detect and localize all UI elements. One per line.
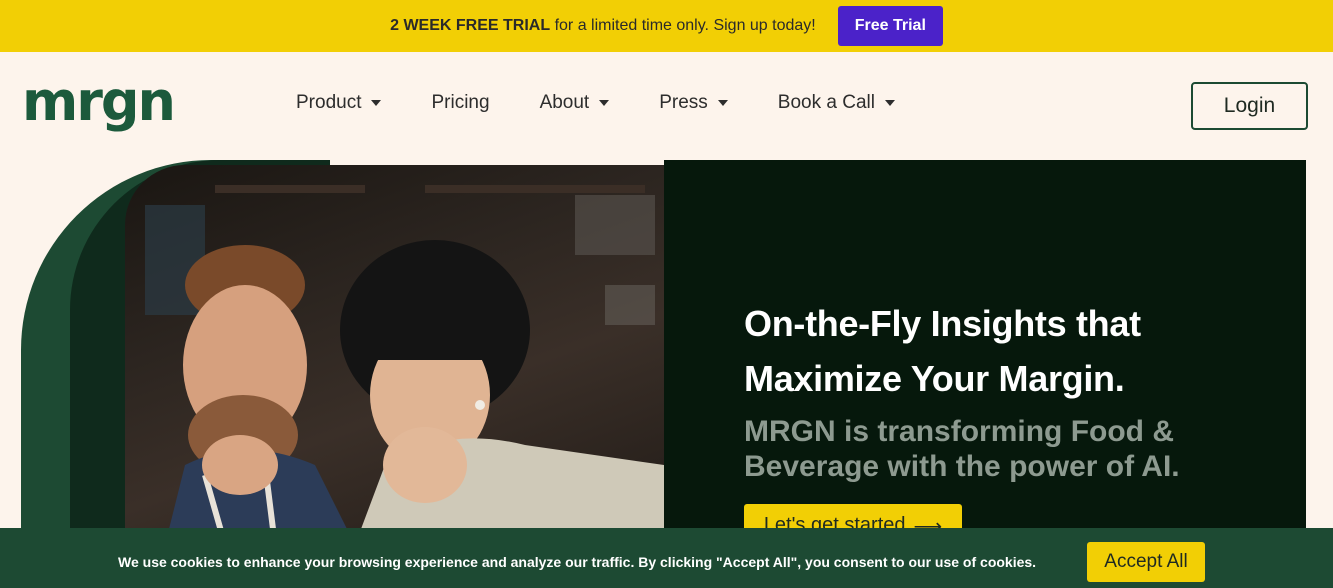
cookie-text: We use cookies to enhance your browsing … — [118, 554, 1037, 570]
free-trial-button[interactable]: Free Trial — [837, 6, 943, 46]
chevron-down-icon — [371, 100, 382, 106]
chevron-down-icon — [599, 100, 610, 106]
hero-subtitle: MRGN is transforming Food & Beverage wit… — [744, 415, 1180, 483]
promo-text: 2 WEEK FREE TRIAL for a limited time onl… — [390, 17, 816, 35]
promo-banner: 2 WEEK FREE TRIAL for a limited time onl… — [0, 0, 1333, 52]
accept-all-button[interactable]: Accept All — [1087, 542, 1205, 582]
hero-title: On-the-Fly Insights that Maximize Your M… — [744, 296, 1264, 406]
hero-title-line-1: On-the-Fly Insights that — [744, 303, 1141, 344]
chevron-down-icon — [884, 100, 895, 106]
nav-item-label: About — [539, 92, 590, 113]
promo-bold-text: 2 WEEK FREE TRIAL — [390, 17, 551, 34]
chevron-down-icon — [717, 100, 728, 106]
hero-title-line-2: Maximize Your Margin. — [744, 358, 1125, 399]
photo-two-people-icon — [145, 185, 664, 545]
nav-item-label: Pricing — [431, 92, 490, 113]
main-nav: mrgn Product Pricing About Press Book a … — [0, 52, 1333, 160]
nav-item-book-a-call[interactable]: Book a Call — [778, 92, 895, 114]
mrgn-logo[interactable]: mrgn — [22, 72, 176, 132]
nav-menu: Product Pricing About Press Book a Call — [296, 92, 945, 114]
promo-rest-text: for a limited time only. Sign up today! — [550, 17, 816, 34]
nav-item-product[interactable]: Product — [296, 92, 382, 114]
login-button[interactable]: Login — [1191, 82, 1308, 130]
nav-item-label: Product — [296, 92, 362, 113]
cookie-banner: We use cookies to enhance your browsing … — [0, 528, 1333, 588]
nav-item-label: Press — [659, 92, 708, 113]
nav-item-pricing[interactable]: Pricing — [431, 92, 489, 114]
nav-item-about[interactable]: About — [540, 92, 610, 114]
nav-item-label: Book a Call — [777, 92, 875, 113]
hero-photo — [125, 165, 664, 545]
nav-item-press[interactable]: Press — [659, 92, 728, 114]
